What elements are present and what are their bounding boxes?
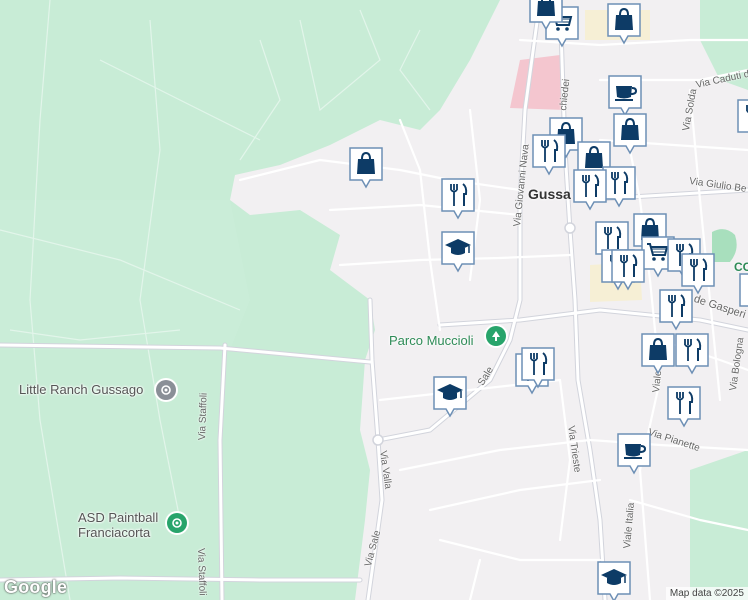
shopping-bag-icon bbox=[641, 333, 675, 375]
map-marker-shopping-bag-icon[interactable] bbox=[640, 332, 676, 376]
map-marker-restaurant-icon[interactable] bbox=[738, 272, 748, 316]
street-label-via-staffoli-2: Via Staffoli bbox=[195, 548, 208, 596]
shopping-bag-icon bbox=[613, 113, 647, 155]
school-icon bbox=[597, 561, 631, 600]
shopping-bag-icon bbox=[529, 0, 563, 31]
map-marker-shopping-bag-icon[interactable] bbox=[606, 2, 642, 46]
map-marker-shopping-bag-icon[interactable] bbox=[612, 112, 648, 156]
restaurant-icon bbox=[737, 99, 748, 133]
coffee-cup-icon bbox=[617, 433, 651, 475]
restaurant-icon bbox=[441, 178, 475, 220]
map-marker-restaurant-icon[interactable] bbox=[610, 248, 646, 292]
shopping-bag-icon bbox=[607, 3, 641, 45]
map-marker-shopping-bag-icon[interactable] bbox=[528, 0, 564, 32]
tree-icon[interactable] bbox=[486, 326, 506, 346]
restaurant-icon bbox=[667, 386, 701, 428]
town-label[interactable]: Gussa bbox=[528, 186, 571, 202]
restaurant-icon bbox=[611, 249, 645, 291]
map-marker-restaurant-icon[interactable] bbox=[658, 288, 694, 332]
map-marker-shopping-bag-icon[interactable] bbox=[348, 146, 384, 190]
map-marker-restaurant-icon[interactable] bbox=[736, 98, 748, 142]
hospital-area bbox=[510, 55, 565, 110]
map-marker-school-icon[interactable] bbox=[596, 560, 632, 600]
restaurant-icon bbox=[521, 347, 555, 389]
google-logo[interactable]: Google bbox=[4, 577, 67, 598]
map-attribution[interactable]: Map data ©2025 bbox=[665, 587, 748, 600]
map-marker-coffee-cup-icon[interactable] bbox=[616, 432, 652, 476]
restaurant-icon bbox=[675, 333, 709, 375]
map-marker-restaurant-icon[interactable] bbox=[674, 332, 710, 376]
restaurant-icon bbox=[739, 273, 748, 307]
map-marker-restaurant-icon[interactable] bbox=[520, 346, 556, 390]
map-marker-restaurant-icon[interactable] bbox=[572, 168, 608, 212]
park-area-inner bbox=[0, 200, 250, 350]
place-label-asd-paintball-line1[interactable]: ASD Paintball bbox=[78, 510, 158, 525]
school-icon bbox=[441, 231, 475, 273]
place-label-asd-paintball-line2[interactable]: Franciacorta bbox=[78, 525, 150, 540]
restaurant-icon bbox=[573, 169, 607, 211]
place-label-parco-muccioli[interactable]: Parco Muccioli bbox=[389, 333, 474, 348]
school-icon bbox=[433, 376, 467, 418]
restaurant-icon bbox=[659, 289, 693, 331]
map-canvas[interactable]: Little Ranch Gussago ASD Paintball Franc… bbox=[0, 0, 748, 600]
place-label-little-ranch[interactable]: Little Ranch Gussago bbox=[19, 382, 143, 397]
map-marker-restaurant-icon[interactable] bbox=[440, 177, 476, 221]
map-marker-school-icon[interactable] bbox=[440, 230, 476, 274]
restaurant-icon bbox=[532, 134, 566, 176]
shopping-bag-icon bbox=[349, 147, 383, 189]
park-icon[interactable] bbox=[167, 513, 187, 533]
map-marker-restaurant-icon[interactable] bbox=[531, 133, 567, 177]
map-marker-school-icon[interactable] bbox=[432, 375, 468, 419]
recreation-icon[interactable] bbox=[156, 380, 176, 400]
map-marker-restaurant-icon[interactable] bbox=[666, 385, 702, 429]
street-label-via-staffoli-1: Via Staffoli bbox=[197, 392, 210, 441]
